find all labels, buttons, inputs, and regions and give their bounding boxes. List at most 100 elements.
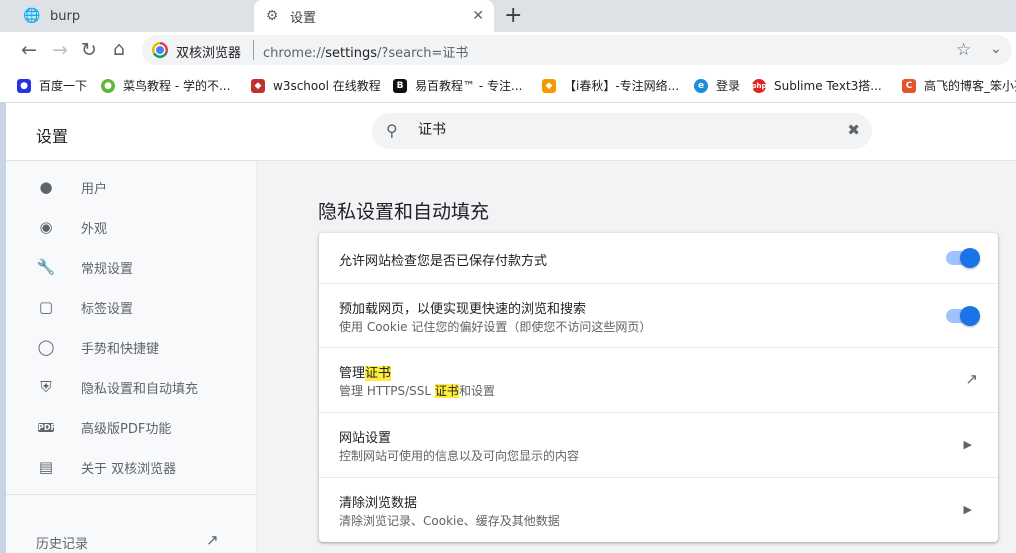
settings-search[interactable]: ⚲ ✖ [372, 113, 872, 149]
row-payment-check[interactable]: 允许网站检查您是否已保存付款方式 [319, 233, 998, 283]
row-manage-certificates[interactable]: 管理证书 管理 HTTPS/SSL 证书和设置 ↗ [319, 347, 998, 413]
row-site-settings[interactable]: 网站设置 控制网站可使用的信息以及可向您显示的内容 ▶ [319, 412, 998, 478]
sidebar-item-label: 用户 [81, 181, 108, 197]
row-subtitle: 清除浏览记录、Cookie、缓存及其他数据 [339, 514, 560, 528]
back-button[interactable]: ← [17, 38, 41, 62]
tab-strip: 🌐 burp ⚙ 设置 ✕ + [0, 0, 1016, 32]
privacy-card: 允许网站检查您是否已保存付款方式 预加载网页，以便实现更快速的浏览和搜索 使用 … [319, 233, 998, 542]
bookmark-label: 登录 [716, 79, 741, 93]
chevron-right-icon[interactable]: ▶ [964, 503, 972, 516]
reload-button[interactable]: ↻ [77, 38, 101, 62]
close-icon[interactable]: ✖ [847, 121, 860, 139]
sidebar-divider [6, 494, 256, 495]
login-e-icon: e [694, 78, 708, 93]
row-title: 管理证书 [339, 362, 392, 381]
bookmark-runoob[interactable]: ● 菜鸟教程 - 学的不... [101, 77, 230, 94]
chevron-right-icon[interactable]: ▶ [964, 438, 972, 451]
url-scheme: chrome:// [263, 46, 326, 61]
preload-toggle[interactable] [946, 306, 980, 326]
browser-logo-icon [152, 42, 168, 58]
bookmark-yiibai[interactable]: B 易百教程™ - 专注... [393, 77, 522, 94]
bookmark-label: w3school 在线教程 [273, 79, 381, 93]
bookmark-label: 【i春秋】-专注网络... [564, 79, 680, 93]
title-text: 管理 [339, 366, 366, 381]
php-icon: php [752, 78, 767, 93]
subtitle-text: 管理 HTTPS/SSL [339, 384, 435, 398]
pdf-icon: PDF [38, 422, 56, 432]
url-text[interactable]: chrome://settings/?search=证书 [263, 42, 468, 61]
page-title: 设置 [36, 127, 69, 146]
gear-icon: ⚙ [265, 8, 279, 24]
bookmark-label: Sublime Text3搭... [774, 79, 882, 93]
sidebar-item-pdf[interactable]: PDF 高级版PDF功能 [6, 407, 256, 447]
tab-settings[interactable]: ⚙ 设置 ✕ [254, 0, 494, 32]
open-in-new-icon[interactable]: ↗ [206, 531, 219, 549]
sidebar-item-gestures[interactable]: ◯ 手势和快捷键 [6, 327, 256, 367]
bookmark-baidu[interactable]: ● 百度一下 [17, 77, 87, 94]
w3school-icon: ◆ [251, 78, 265, 93]
row-subtitle: 控制网站可使用的信息以及可向您显示的内容 [339, 449, 580, 463]
bookmarks-bar: ● 百度一下 ● 菜鸟教程 - 学的不... ◆ w3school 在线教程 B 易百教… [0, 68, 1016, 103]
row-clear-browsing-data[interactable]: 清除浏览数据 清除浏览记录、Cookie、缓存及其他数据 ▶ [319, 477, 998, 543]
sidebar-item-users[interactable]: ● 用户 [6, 167, 256, 207]
runoob-icon: ● [101, 78, 115, 93]
chevron-down-icon[interactable]: ⌄ [990, 41, 1002, 57]
new-tab-button[interactable]: + [504, 3, 522, 28]
row-subtitle: 管理 HTTPS/SSL 证书和设置 [339, 382, 495, 399]
bookmark-label: 百度一下 [39, 79, 88, 93]
row-title: 清除浏览数据 [339, 496, 418, 511]
tab-burp[interactable]: 🌐 burp [0, 0, 253, 32]
bookmark-sublime[interactable]: php Sublime Text3搭... [752, 77, 882, 94]
bookmark-w3school[interactable]: ◆ w3school 在线教程 [251, 77, 381, 94]
bookmark-login[interactable]: e 登录 [694, 77, 740, 94]
bookmark-label: 高飞的博客_笨小孩 [924, 79, 1016, 93]
row-title: 预加载网页，以便实现更快速的浏览和搜索 [339, 302, 587, 317]
row-preload[interactable]: 预加载网页，以便实现更快速的浏览和搜索 使用 Cookie 记住您的偏好设置（即… [319, 283, 998, 348]
bookmark-ichunqiu[interactable]: ◆ 【i春秋】-专注网络... [542, 77, 679, 94]
open-in-new-icon[interactable]: ↗ [965, 370, 978, 388]
csdn-c-icon: C [902, 78, 916, 93]
settings-header: 设置 ⚲ ✖ [6, 103, 1016, 161]
settings-main: 隐私设置和自动填充 允许网站检查您是否已保存付款方式 预加载网页，以便实现更快速… [257, 161, 1016, 553]
payment-check-toggle[interactable] [946, 248, 980, 268]
search-input[interactable] [418, 121, 818, 137]
sidebar-item-label: 高级版PDF功能 [81, 421, 172, 437]
person-icon: ● [39, 178, 53, 196]
sidebar-item-appearance[interactable]: ◉ 外观 [6, 207, 256, 247]
url-host: settings [325, 46, 378, 61]
yiibai-b-icon: B [393, 78, 407, 93]
tab-title: burp [50, 8, 81, 24]
sidebar-item-history[interactable]: 历史记录 [36, 533, 88, 552]
clipboard-icon: ▤ [38, 458, 54, 476]
url-path: /?search=证书 [377, 46, 469, 61]
browser-name: 双核浏览器 [176, 46, 242, 61]
section-title: 隐私设置和自动填充 [318, 201, 490, 223]
sidebar-item-privacy[interactable]: ⛨ 隐私设置和自动填充 [6, 367, 256, 407]
search-icon: ⚲ [386, 121, 398, 140]
sidebar-item-about[interactable]: ▤ 关于 双核浏览器 [6, 447, 256, 487]
wrench-icon: 🔧 [36, 258, 56, 276]
sidebar-item-label: 关于 双核浏览器 [81, 461, 177, 477]
row-title: 网站设置 [339, 431, 392, 446]
bookmark-label: 易百教程™ - 专注... [415, 79, 523, 93]
row-subtitle: 使用 Cookie 记住您的偏好设置（即使您不访问这些网页） [339, 320, 652, 334]
sidebar-item-label: 手势和快捷键 [81, 341, 160, 357]
sidebar-item-label: 隐私设置和自动填充 [81, 381, 199, 397]
home-button[interactable]: ⌂ [107, 37, 131, 61]
palette-icon: ◉ [39, 218, 53, 236]
shield-icon: ⛨ [40, 378, 52, 396]
search-highlight: 证书 [434, 384, 459, 398]
bookmark-star-icon[interactable]: ☆ [956, 40, 971, 60]
close-tab-icon[interactable]: ✕ [472, 8, 484, 24]
bookmark-label: 菜鸟教程 - 学的不... [123, 79, 231, 93]
globe-icon: 🌐 [23, 8, 41, 24]
sidebar-item-label: 外观 [81, 221, 108, 237]
mouse-icon: ◯ [37, 338, 55, 356]
sidebar-item-label: 常规设置 [81, 261, 134, 277]
bookmark-gaofei[interactable]: C 高飞的博客_笨小孩 [902, 77, 1016, 94]
sidebar-item-tabs[interactable]: ▢ 标签设置 [6, 287, 256, 327]
sidebar-item-general[interactable]: 🔧 常规设置 [6, 247, 256, 287]
forward-button[interactable]: → [48, 38, 72, 62]
baidu-paw-icon: ● [17, 78, 31, 93]
sidebar-item-label: 标签设置 [81, 301, 134, 317]
